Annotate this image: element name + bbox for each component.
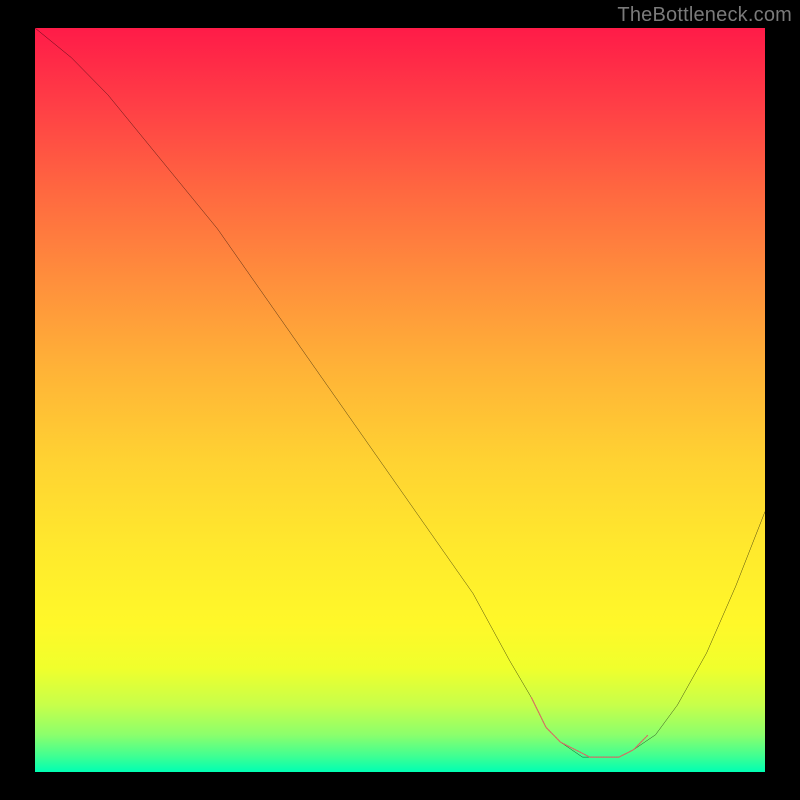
plot-area [35, 28, 765, 772]
curve-layer [35, 28, 765, 772]
watermark-label: TheBottleneck.com [617, 4, 792, 27]
recommended-range-mask [531, 698, 648, 758]
chart-canvas: TheBottleneck.com [0, 0, 800, 800]
bottleneck-curve [35, 28, 765, 757]
